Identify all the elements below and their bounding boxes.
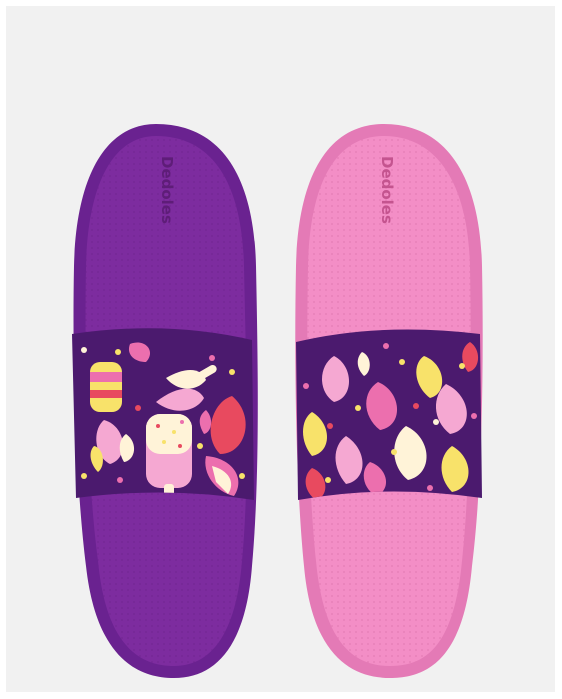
slides-illustration: Dedoles Dedoles [72, 124, 483, 678]
right-slide: Dedoles [295, 124, 483, 678]
left-slide: Dedoles [72, 124, 258, 678]
left-brand-logo: Dedoles [158, 156, 176, 224]
right-brand-logo: Dedoles [378, 156, 396, 224]
product-photo: Dedoles Dedoles [6, 6, 555, 692]
image-frame: Dedoles Dedoles [0, 0, 562, 699]
